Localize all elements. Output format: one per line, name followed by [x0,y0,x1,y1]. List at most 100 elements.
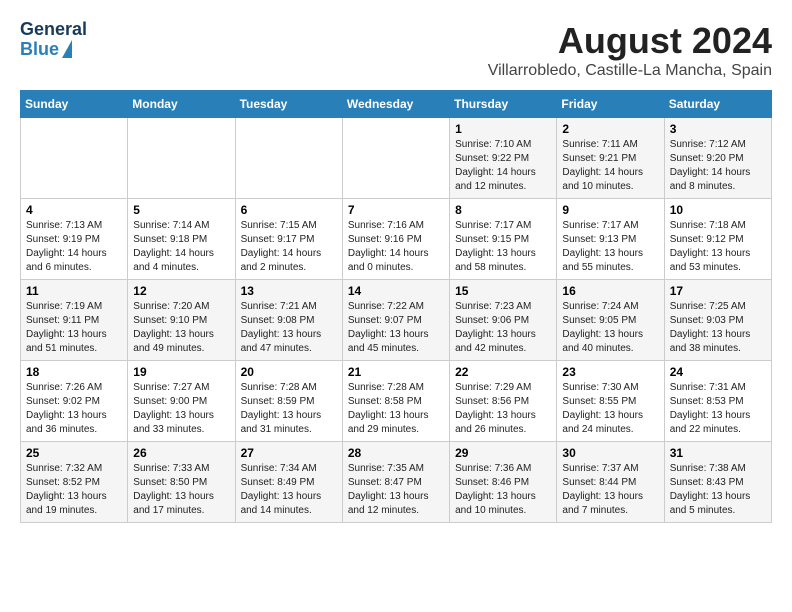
header-wednesday: Wednesday [342,91,449,118]
day-number: 20 [241,365,337,379]
day-number: 7 [348,203,444,217]
day-cell: 15 Sunrise: 7:23 AM Sunset: 9:06 PM Dayli… [450,280,557,361]
day-detail: Sunrise: 7:23 AM Sunset: 9:06 PM Dayligh… [455,300,551,356]
day-detail: Sunrise: 7:33 AM Sunset: 8:50 PM Dayligh… [133,462,229,518]
calendar-subtitle: Villarrobledo, Castille-La Mancha, Spain [488,62,772,80]
day-number: 11 [26,284,122,298]
day-cell [128,118,235,199]
day-cell: 3 Sunrise: 7:12 AM Sunset: 9:20 PM Daylig… [664,118,771,199]
day-detail: Sunrise: 7:10 AM Sunset: 9:22 PM Dayligh… [455,138,551,194]
day-cell: 21Sunrise: 7:28 AM Sunset: 8:58 PM Dayli… [342,361,449,442]
day-number: 24 [670,365,766,379]
day-number: 28 [348,446,444,460]
logo-text: General Blue [20,20,87,60]
header-monday: Monday [128,91,235,118]
day-number: 1 [455,122,551,136]
header-row: SundayMondayTuesdayWednesdayThursdayFrid… [21,91,772,118]
logo-blue: Blue [20,40,59,60]
day-detail: Sunrise: 7:38 AM Sunset: 8:43 PM Dayligh… [670,462,766,518]
day-detail: Sunrise: 7:13 AM Sunset: 9:19 PM Dayligh… [26,219,122,275]
day-number: 2 [562,122,658,136]
day-cell: 18 Sunrise: 7:26 AM Sunset: 9:02 PM Dayli… [21,361,128,442]
day-number: 16 [562,284,658,298]
day-cell: 24 Sunrise: 7:31 AM Sunset: 8:53 PM Dayli… [664,361,771,442]
logo-general: General [20,20,87,40]
day-cell: 25Sunrise: 7:32 AM Sunset: 8:52 PM Dayli… [21,442,128,523]
day-number: 26 [133,446,229,460]
day-number: 6 [241,203,337,217]
day-detail: Sunrise: 7:29 AM Sunset: 8:56 PM Dayligh… [455,381,551,437]
day-detail: Sunrise: 7:17 AM Sunset: 9:15 PM Dayligh… [455,219,551,275]
day-number: 30 [562,446,658,460]
day-detail: Sunrise: 7:30 AM Sunset: 8:55 PM Dayligh… [562,381,658,437]
day-detail: Sunrise: 7:28 AM Sunset: 8:58 PM Dayligh… [348,381,444,437]
day-detail: Sunrise: 7:37 AM Sunset: 8:44 PM Dayligh… [562,462,658,518]
day-detail: Sunrise: 7:15 AM Sunset: 9:17 PM Dayligh… [241,219,337,275]
day-cell: 19Sunrise: 7:27 AM Sunset: 9:00 PM Dayli… [128,361,235,442]
day-cell: 26 Sunrise: 7:33 AM Sunset: 8:50 PM Dayli… [128,442,235,523]
day-detail: Sunrise: 7:26 AM Sunset: 9:02 PM Dayligh… [26,381,122,437]
day-cell: 7Sunrise: 7:16 AM Sunset: 9:16 PM Daylig… [342,199,449,280]
day-cell: 28 Sunrise: 7:35 AM Sunset: 8:47 PM Dayli… [342,442,449,523]
day-number: 10 [670,203,766,217]
day-cell: 22 Sunrise: 7:29 AM Sunset: 8:56 PM Dayli… [450,361,557,442]
day-detail: Sunrise: 7:18 AM Sunset: 9:12 PM Dayligh… [670,219,766,275]
day-detail: Sunrise: 7:20 AM Sunset: 9:10 PM Dayligh… [133,300,229,356]
day-cell: 8Sunrise: 7:17 AM Sunset: 9:15 PM Daylig… [450,199,557,280]
title-area: August 2024 Villarrobledo, Castille-La M… [488,20,772,80]
header-friday: Friday [557,91,664,118]
day-detail: Sunrise: 7:34 AM Sunset: 8:49 PM Dayligh… [241,462,337,518]
day-cell: 6 Sunrise: 7:15 AM Sunset: 9:17 PM Daylig… [235,199,342,280]
day-detail: Sunrise: 7:27 AM Sunset: 9:00 PM Dayligh… [133,381,229,437]
day-number: 13 [241,284,337,298]
day-cell: 2 Sunrise: 7:11 AM Sunset: 9:21 PM Daylig… [557,118,664,199]
day-cell: 11Sunrise: 7:19 AM Sunset: 9:11 PM Dayli… [21,280,128,361]
day-cell: 12 Sunrise: 7:20 AM Sunset: 9:10 PM Dayli… [128,280,235,361]
day-detail: Sunrise: 7:28 AM Sunset: 8:59 PM Dayligh… [241,381,337,437]
day-detail: Sunrise: 7:36 AM Sunset: 8:46 PM Dayligh… [455,462,551,518]
day-detail: Sunrise: 7:17 AM Sunset: 9:13 PM Dayligh… [562,219,658,275]
header-thursday: Thursday [450,91,557,118]
week-row-3: 11Sunrise: 7:19 AM Sunset: 9:11 PM Dayli… [21,280,772,361]
day-number: 22 [455,365,551,379]
day-number: 23 [562,365,658,379]
page-header: General Blue August 2024 Villarrobledo, … [20,20,772,80]
day-cell: 29 Sunrise: 7:36 AM Sunset: 8:46 PM Dayli… [450,442,557,523]
day-cell [342,118,449,199]
day-number: 9 [562,203,658,217]
day-cell [21,118,128,199]
calendar-table: SundayMondayTuesdayWednesdayThursdayFrid… [20,90,772,523]
day-cell: 30 Sunrise: 7:37 AM Sunset: 8:44 PM Dayli… [557,442,664,523]
logo-triangle-icon [62,40,72,58]
day-cell: 4 Sunrise: 7:13 AM Sunset: 9:19 PM Daylig… [21,199,128,280]
week-row-4: 18 Sunrise: 7:26 AM Sunset: 9:02 PM Dayli… [21,361,772,442]
day-number: 17 [670,284,766,298]
day-number: 31 [670,446,766,460]
day-number: 5 [133,203,229,217]
day-cell: 1 Sunrise: 7:10 AM Sunset: 9:22 PM Daylig… [450,118,557,199]
day-cell: 9 Sunrise: 7:17 AM Sunset: 9:13 PM Daylig… [557,199,664,280]
day-number: 3 [670,122,766,136]
day-cell: 14Sunrise: 7:22 AM Sunset: 9:07 PM Dayli… [342,280,449,361]
day-detail: Sunrise: 7:35 AM Sunset: 8:47 PM Dayligh… [348,462,444,518]
day-detail: Sunrise: 7:31 AM Sunset: 8:53 PM Dayligh… [670,381,766,437]
day-cell: 17Sunrise: 7:25 AM Sunset: 9:03 PM Dayli… [664,280,771,361]
day-detail: Sunrise: 7:21 AM Sunset: 9:08 PM Dayligh… [241,300,337,356]
week-row-5: 25Sunrise: 7:32 AM Sunset: 8:52 PM Dayli… [21,442,772,523]
day-number: 29 [455,446,551,460]
day-number: 12 [133,284,229,298]
day-cell [235,118,342,199]
day-number: 27 [241,446,337,460]
day-number: 25 [26,446,122,460]
day-number: 4 [26,203,122,217]
day-detail: Sunrise: 7:12 AM Sunset: 9:20 PM Dayligh… [670,138,766,194]
day-number: 14 [348,284,444,298]
header-sunday: Sunday [21,91,128,118]
day-detail: Sunrise: 7:11 AM Sunset: 9:21 PM Dayligh… [562,138,658,194]
calendar-title: August 2024 [488,20,772,62]
day-number: 18 [26,365,122,379]
day-cell: 13 Sunrise: 7:21 AM Sunset: 9:08 PM Dayli… [235,280,342,361]
day-cell: 27 Sunrise: 7:34 AM Sunset: 8:49 PM Dayli… [235,442,342,523]
day-number: 15 [455,284,551,298]
day-cell: 31 Sunrise: 7:38 AM Sunset: 8:43 PM Dayli… [664,442,771,523]
